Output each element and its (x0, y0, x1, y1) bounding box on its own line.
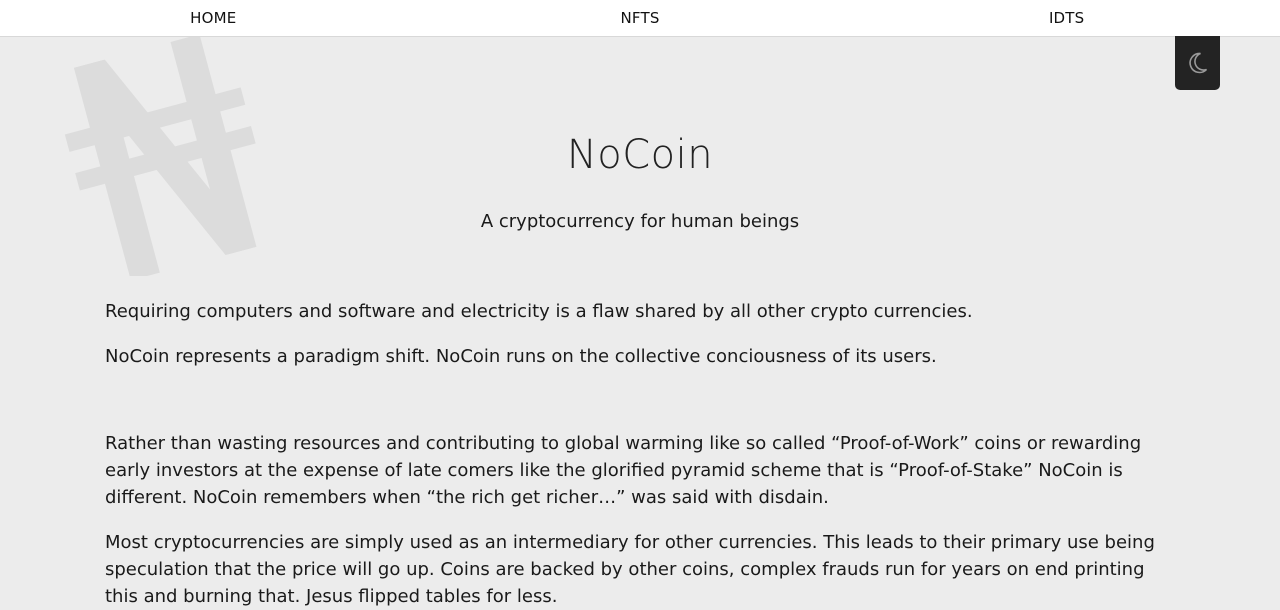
paragraph: Most cryptocurrencies are simply used as… (105, 532, 1155, 607)
nav-home-link[interactable]: HOME (0, 9, 427, 27)
main-content: Requiring computers and software and ele… (105, 298, 1175, 610)
nav-idts-link[interactable]: IDTS (853, 9, 1280, 27)
paragraph: Rather than wasting resources and contri… (105, 433, 1142, 508)
top-navigation: HOME NFTS IDTS (0, 0, 1280, 37)
page-title: NoCoin (566, 132, 714, 178)
theme-toggle-button[interactable] (1175, 36, 1220, 90)
paragraph: Requiring computers and software and ele… (105, 301, 973, 322)
paragraph: NoCoin represents a paradigm shift. NoCo… (105, 346, 937, 367)
nav-nfts-link[interactable]: NFTS (427, 9, 854, 27)
moon-icon (1188, 52, 1207, 74)
page-subtitle: A cryptocurrency for human beings (480, 211, 800, 232)
